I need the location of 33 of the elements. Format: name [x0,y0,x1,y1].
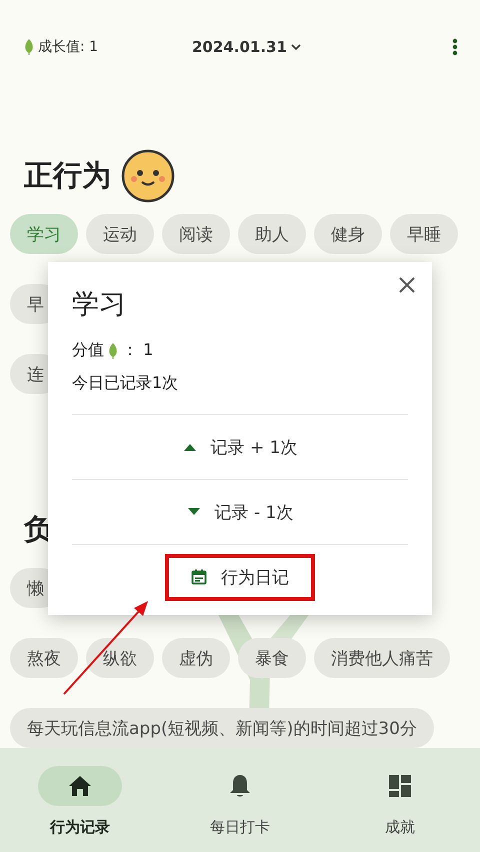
behavior-chip[interactable]: 消费他人痛苦 [314,638,450,678]
leaf-icon [24,39,34,55]
smiley-icon [121,149,175,203]
date-picker[interactable]: 2024.01.31 [186,37,307,57]
section-heading: 正行为 [24,157,111,194]
growth-value: 成长值: 1 [38,38,98,56]
behavior-chip[interactable]: 每天玩信息流app(短视频、新闻等)的时间超过30分 [10,708,434,748]
action-button[interactable]: 记录 + 1次 [174,430,306,464]
behavior-chip[interactable]: 熬夜 [10,638,78,678]
leaf-icon [108,342,118,358]
score-label: 分值 [72,340,104,361]
close-icon[interactable] [398,276,416,294]
behavior-chip[interactable]: 健身 [314,214,382,254]
record-count-text: 今日已记录1次 [72,373,180,394]
behavior-chip[interactable]: 早睡 [390,214,458,254]
nav-tab[interactable]: 每日打卡 [160,748,320,852]
score-value: ： 1 [122,340,154,361]
behavior-chip[interactable]: 暴食 [238,638,306,678]
behavior-chip[interactable]: 运动 [86,214,154,254]
dashboard-icon [387,773,413,799]
highlighted-action-button[interactable]: 行为日记 [165,554,315,600]
behavior-chip[interactable]: 纵欲 [86,638,154,678]
nav-tab[interactable]: 成就 [320,748,480,852]
action-button[interactable]: 记录 - 1次 [178,494,302,530]
behavior-chip[interactable]: 助人 [238,214,306,254]
behavior-chip[interactable]: 虚伪 [162,638,230,678]
dialog-title: 学习 [72,288,127,322]
calendar-icon [191,569,207,585]
more-menu-icon[interactable] [452,38,458,56]
behavior-chip[interactable]: 阅读 [162,214,230,254]
home-icon [67,773,93,799]
behavior-chip[interactable]: 学习 [10,214,78,254]
nav-tab[interactable]: 行为记录 [0,748,160,852]
